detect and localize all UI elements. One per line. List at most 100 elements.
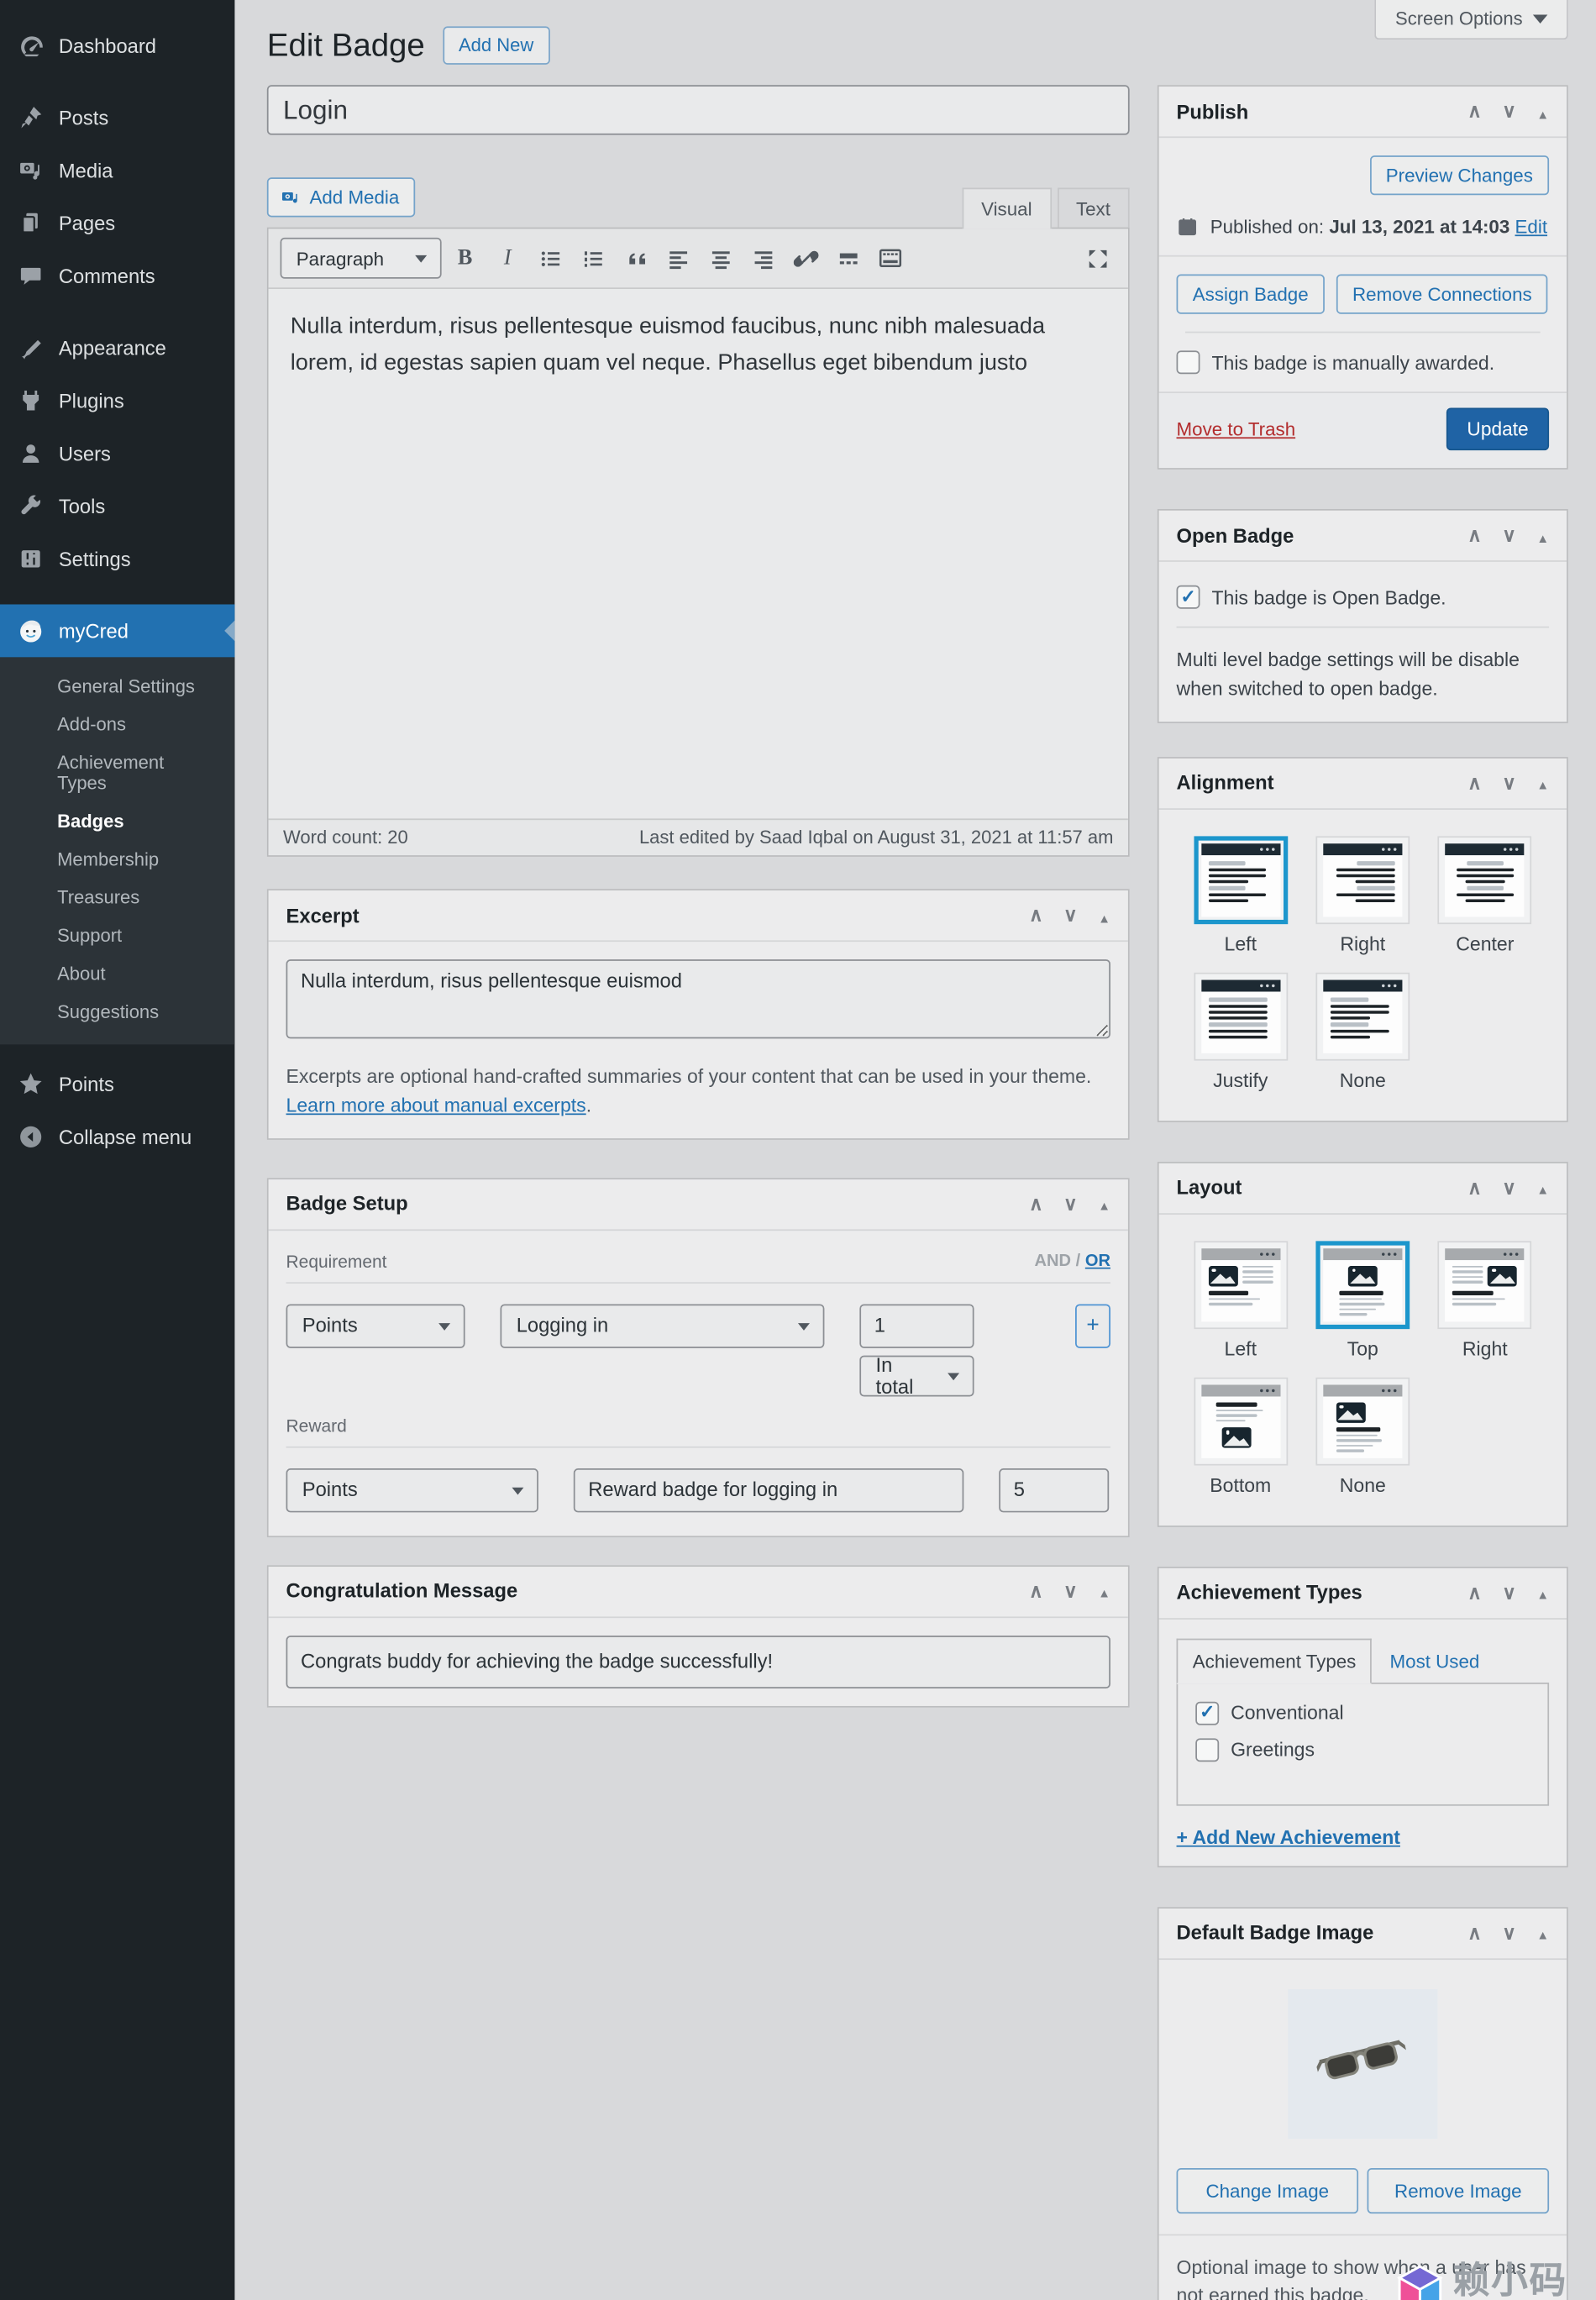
reward-type-select[interactable]: Points: [286, 1468, 538, 1511]
sidebar-item-plugins[interactable]: Plugins: [0, 374, 234, 427]
paragraph-select[interactable]: Paragraph: [281, 238, 442, 279]
tab-most-used[interactable]: Most Used: [1373, 1640, 1498, 1683]
link-button[interactable]: [786, 239, 824, 277]
move-up-icon[interactable]: [1029, 1192, 1043, 1216]
collapse-panel-icon[interactable]: [1536, 101, 1549, 123]
layout-header[interactable]: Layout: [1159, 1163, 1567, 1214]
add-new-button[interactable]: Add New: [443, 26, 550, 64]
excerpt-textarea[interactable]: Nulla interdum, risus pellentesque euism…: [286, 959, 1110, 1038]
requirement-type-select[interactable]: Points: [286, 1304, 465, 1347]
alignment-option-none[interactable]: None: [1302, 972, 1425, 1090]
congratulation-header[interactable]: Congratulation Message: [269, 1566, 1128, 1617]
move-down-icon[interactable]: [1063, 904, 1078, 927]
layout-option-bottom[interactable]: Bottom: [1179, 1377, 1302, 1495]
change-image-button[interactable]: Change Image: [1177, 2167, 1359, 2213]
submenu-about[interactable]: About: [0, 955, 234, 993]
submenu-treasures[interactable]: Treasures: [0, 879, 234, 916]
submenu-add-ons[interactable]: Add-ons: [0, 706, 234, 743]
sidebar-item-users[interactable]: Users: [0, 427, 234, 480]
submenu-achievement-types[interactable]: Achievement Types: [0, 743, 234, 802]
open-badge-checkbox[interactable]: [1177, 586, 1200, 609]
sidebar-item-tools[interactable]: Tools: [0, 480, 234, 533]
align-center-button[interactable]: [701, 239, 739, 277]
alignment-option-justify[interactable]: Justify: [1179, 972, 1302, 1090]
collapse-panel-icon[interactable]: [1536, 772, 1549, 794]
sidebar-item-appearance[interactable]: Appearance: [0, 321, 234, 374]
layout-option-none[interactable]: None: [1302, 1377, 1425, 1495]
move-up-icon[interactable]: [1467, 1921, 1482, 1945]
publish-header[interactable]: Publish: [1159, 87, 1567, 138]
alignment-header[interactable]: Alignment: [1159, 758, 1567, 809]
move-up-icon[interactable]: [1467, 523, 1482, 547]
tab-visual[interactable]: Visual: [962, 188, 1051, 229]
sidebar-item-points[interactable]: Points: [0, 1058, 234, 1111]
collapse-panel-icon[interactable]: [1536, 1922, 1549, 1944]
move-down-icon[interactable]: [1502, 100, 1516, 123]
toolbar-toggle-button[interactable]: [871, 239, 909, 277]
screen-options-button[interactable]: Screen Options: [1375, 0, 1568, 39]
submenu-membership[interactable]: Membership: [0, 841, 234, 879]
sidebar-item-pages[interactable]: Pages: [0, 197, 234, 249]
move-down-icon[interactable]: [1502, 1176, 1516, 1200]
requirement-action-select[interactable]: Logging in: [500, 1304, 824, 1347]
collapse-panel-icon[interactable]: [1098, 1580, 1110, 1602]
add-new-achievement-link[interactable]: + Add New Achievement: [1177, 1825, 1400, 1847]
sidebar-item-media[interactable]: Media: [0, 144, 234, 197]
sidebar-item-comments[interactable]: Comments: [0, 249, 234, 302]
blockquote-button[interactable]: [616, 239, 654, 277]
edit-published-link[interactable]: Edit: [1515, 216, 1548, 238]
preview-changes-button[interactable]: Preview Changes: [1370, 155, 1550, 195]
remove-image-button[interactable]: Remove Image: [1368, 2167, 1550, 2213]
sidebar-item-settings[interactable]: Settings: [0, 533, 234, 586]
editor-content[interactable]: Nulla interdum, risus pellentesque euism…: [269, 289, 1128, 818]
reward-log-input[interactable]: [574, 1468, 964, 1511]
sidebar-item-mycred[interactable]: myCred: [0, 604, 234, 657]
default-badge-image-header[interactable]: Default Badge Image: [1159, 1908, 1567, 1959]
align-right-button[interactable]: [743, 239, 781, 277]
add-media-button[interactable]: Add Media: [267, 177, 416, 217]
italic-button[interactable]: I: [489, 239, 527, 277]
sidebar-item-posts[interactable]: Posts: [0, 91, 234, 144]
excerpt-learn-more-link[interactable]: Learn more about manual excerpts: [286, 1094, 586, 1116]
move-up-icon[interactable]: [1467, 1176, 1482, 1200]
or-toggle[interactable]: OR: [1085, 1252, 1110, 1270]
move-up-icon[interactable]: [1029, 1579, 1043, 1603]
submenu-badges[interactable]: Badges: [0, 802, 234, 840]
requirement-mode-select[interactable]: In total: [859, 1355, 974, 1396]
bold-button[interactable]: B: [446, 239, 484, 277]
collapse-panel-icon[interactable]: [1098, 905, 1110, 927]
excerpt-panel-header[interactable]: Excerpt: [269, 890, 1128, 942]
layout-option-left[interactable]: Left: [1179, 1241, 1302, 1359]
congratulation-message-input[interactable]: [286, 1635, 1110, 1688]
update-button[interactable]: Update: [1446, 407, 1549, 450]
collapse-panel-icon[interactable]: [1536, 524, 1549, 546]
move-up-icon[interactable]: [1467, 771, 1482, 795]
alignment-option-left[interactable]: Left: [1179, 836, 1302, 954]
greetings-checkbox[interactable]: [1195, 1738, 1219, 1762]
requirement-count-input[interactable]: [859, 1304, 974, 1347]
layout-option-top[interactable]: Top: [1302, 1241, 1425, 1359]
more-tag-button[interactable]: [829, 239, 867, 277]
move-up-icon[interactable]: [1029, 904, 1043, 927]
move-up-icon[interactable]: [1467, 100, 1482, 123]
and-toggle[interactable]: AND: [1035, 1252, 1072, 1270]
conventional-checkbox[interactable]: [1195, 1701, 1219, 1725]
achievement-types-header[interactable]: Achievement Types: [1159, 1567, 1567, 1619]
assign-badge-button[interactable]: Assign Badge: [1177, 275, 1325, 314]
fullscreen-button[interactable]: [1079, 239, 1116, 277]
alignment-option-right[interactable]: Right: [1302, 836, 1425, 954]
move-down-icon[interactable]: [1502, 771, 1516, 795]
reward-amount-input[interactable]: [999, 1468, 1109, 1511]
tab-achievement-types[interactable]: Achievement Types: [1177, 1638, 1373, 1683]
move-down-icon[interactable]: [1063, 1579, 1078, 1603]
align-left-button[interactable]: [659, 239, 696, 277]
move-down-icon[interactable]: [1063, 1192, 1078, 1216]
move-down-icon[interactable]: [1502, 1581, 1516, 1604]
collapse-menu-button[interactable]: Collapse menu: [0, 1111, 234, 1163]
layout-option-right[interactable]: Right: [1424, 1241, 1546, 1359]
numbered-list-button[interactable]: [574, 239, 612, 277]
alignment-option-center[interactable]: Center: [1424, 836, 1546, 954]
badge-setup-header[interactable]: Badge Setup: [269, 1179, 1128, 1230]
move-up-icon[interactable]: [1467, 1581, 1482, 1604]
submenu-suggestions[interactable]: Suggestions: [0, 993, 234, 1031]
